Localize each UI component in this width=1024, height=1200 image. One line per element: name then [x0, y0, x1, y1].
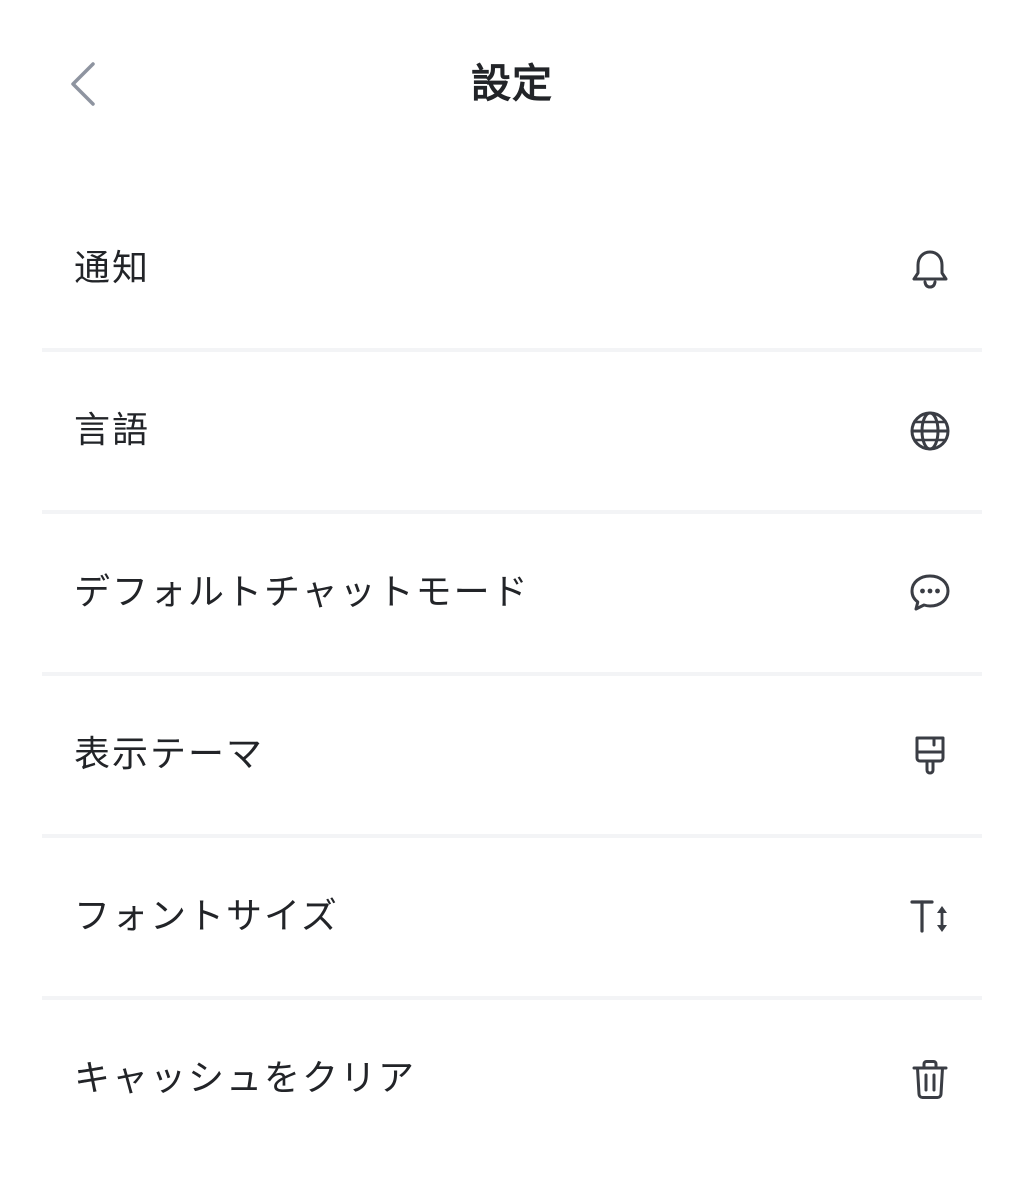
settings-item-display-theme[interactable]: 表示テーマ [42, 676, 982, 838]
settings-item-label: キャッシュをクリア [74, 1058, 417, 1099]
page-title: 設定 [471, 61, 553, 107]
settings-item-label: 言語 [74, 410, 151, 451]
globe-icon [908, 409, 952, 453]
settings-item-language[interactable]: 言語 [42, 352, 982, 514]
paint-brush-icon [908, 733, 952, 777]
settings-item-label: 表示テーマ [74, 734, 265, 775]
chat-bubble-icon [908, 571, 952, 615]
settings-item-label: デフォルトチャットモード [74, 572, 530, 613]
settings-item-label: 通知 [74, 248, 151, 289]
settings-item-label: フォントサイズ [74, 896, 339, 937]
settings-list: 通知 言語 デフォルトチャットモード 表示テーマ フォントサイズ キャッシュをク… [42, 190, 982, 1158]
settings-item-font-size[interactable]: フォントサイズ [42, 838, 982, 1000]
settings-item-clear-cache[interactable]: キャッシュをクリア [42, 1000, 982, 1158]
settings-item-notifications[interactable]: 通知 [42, 190, 982, 352]
trash-icon [908, 1057, 952, 1101]
text-size-icon [908, 895, 952, 939]
bell-icon [908, 247, 952, 291]
header-bar: 設定 [0, 0, 1024, 170]
settings-item-default-chat-mode[interactable]: デフォルトチャットモード [42, 514, 982, 676]
